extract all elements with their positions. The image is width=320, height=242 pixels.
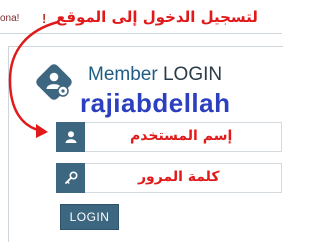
login-button[interactable]: LOGIN bbox=[60, 204, 119, 230]
password-input[interactable] bbox=[85, 163, 282, 193]
notice-text: ona! bbox=[0, 13, 20, 24]
login-heading: Member LOGIN bbox=[88, 64, 222, 86]
notice-mark: ! bbox=[42, 11, 47, 26]
username-row: إسم المستخدم bbox=[56, 122, 282, 152]
password-addon bbox=[56, 163, 85, 193]
login-heading-member: Member bbox=[88, 64, 158, 85]
username-input[interactable] bbox=[85, 122, 282, 152]
person-key-icon bbox=[36, 64, 72, 100]
user-icon bbox=[65, 131, 76, 143]
annotation-title: لتسجيل الدخول إلى الموقع bbox=[56, 8, 258, 26]
login-heading-login: LOGIN bbox=[162, 64, 223, 85]
key-icon bbox=[64, 171, 78, 184]
password-row: كلمة المرور bbox=[56, 163, 282, 193]
watermark-name: rajiabdellah bbox=[80, 88, 231, 118]
username-addon bbox=[56, 122, 85, 152]
top-strip: ona! ! لتسجيل الدخول إلى الموقع bbox=[0, 0, 282, 34]
top-divider bbox=[0, 33, 282, 34]
